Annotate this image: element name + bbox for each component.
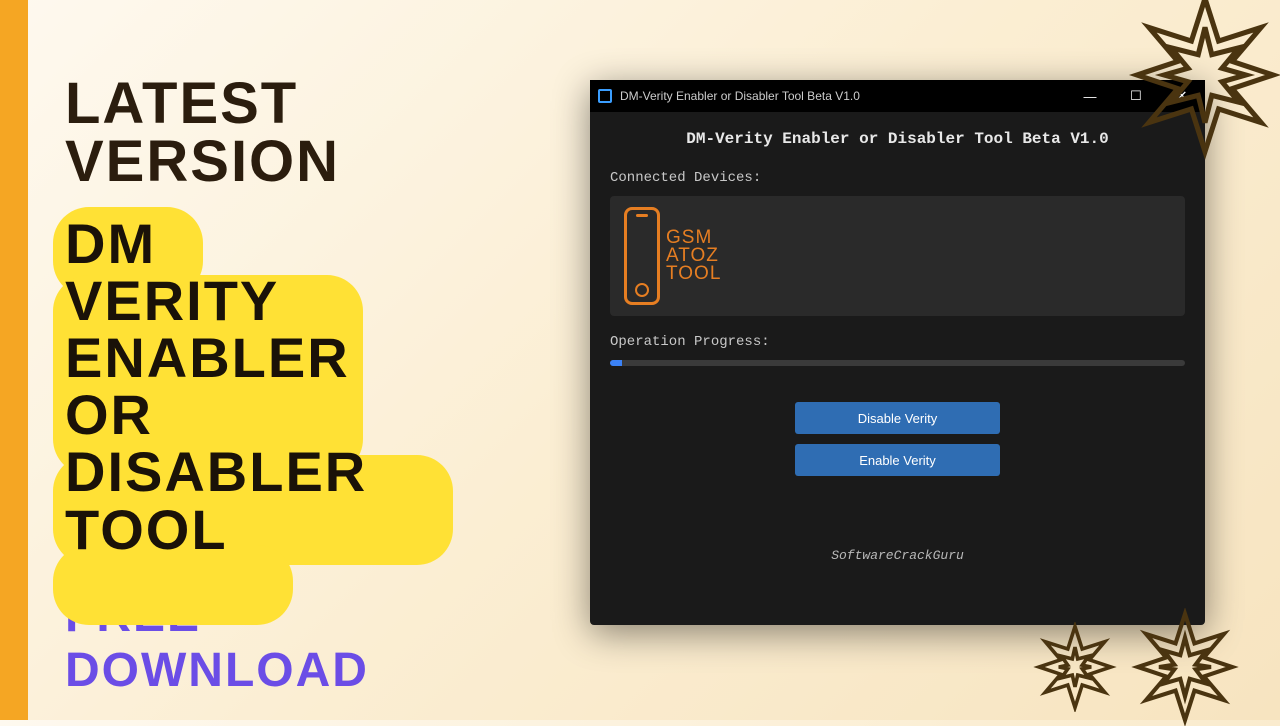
disable-verity-button[interactable]: Disable Verity — [795, 402, 1000, 434]
accent-sidebar — [0, 0, 28, 720]
progress-label: Operation Progress: — [610, 334, 1185, 350]
progress-fill — [610, 360, 622, 366]
title-highlight: DM VERITY ENABLER OR DISABLER TOOL — [65, 215, 367, 558]
banner-title: DM VERITY ENABLER OR DISABLER TOOL — [65, 215, 367, 558]
minimize-button[interactable]: — — [1067, 80, 1113, 112]
logo-text: GSM ATOZ TOOL — [666, 229, 721, 283]
footer-credit: SoftwareCrackGuru — [610, 548, 1185, 563]
window-controls: — ☐ ✕ — [1067, 80, 1205, 112]
title-line: ENABLER — [65, 329, 367, 386]
title-line: OR — [65, 386, 367, 443]
title-line: DM — [65, 215, 367, 272]
action-buttons: Disable Verity Enable Verity — [610, 402, 1185, 476]
decoration-star-icon — [1030, 622, 1120, 712]
window-title: DM-Verity Enabler or Disabler Tool Beta … — [620, 89, 1067, 103]
progress-section: Operation Progress: — [610, 334, 1185, 366]
connected-devices-label: Connected Devices: — [610, 170, 1185, 186]
banner-heading: LATEST VERSION — [65, 75, 505, 191]
phone-icon — [624, 207, 660, 305]
app-icon — [598, 89, 612, 103]
logo-line: TOOL — [666, 265, 721, 283]
app-window: DM-Verity Enabler or Disabler Tool Beta … — [590, 80, 1205, 625]
close-button[interactable]: ✕ — [1159, 80, 1205, 112]
gsm-atoz-logo: GSM ATOZ TOOL — [624, 207, 721, 305]
decoration-star-icon — [1126, 608, 1244, 726]
progress-bar — [610, 360, 1185, 366]
app-title: DM-Verity Enabler or Disabler Tool Beta … — [610, 130, 1185, 148]
window-titlebar[interactable]: DM-Verity Enabler or Disabler Tool Beta … — [590, 80, 1205, 112]
title-line: TOOL — [65, 501, 367, 558]
maximize-button[interactable]: ☐ — [1113, 80, 1159, 112]
title-line: VERITY — [65, 272, 367, 329]
banner-left: LATEST VERSION DM VERITY ENABLER OR DISA… — [65, 75, 505, 698]
title-line: DISABLER — [65, 443, 367, 500]
connected-devices-panel: GSM ATOZ TOOL — [610, 196, 1185, 316]
enable-verity-button[interactable]: Enable Verity — [795, 444, 1000, 476]
app-body: DM-Verity Enabler or Disabler Tool Beta … — [590, 112, 1205, 563]
